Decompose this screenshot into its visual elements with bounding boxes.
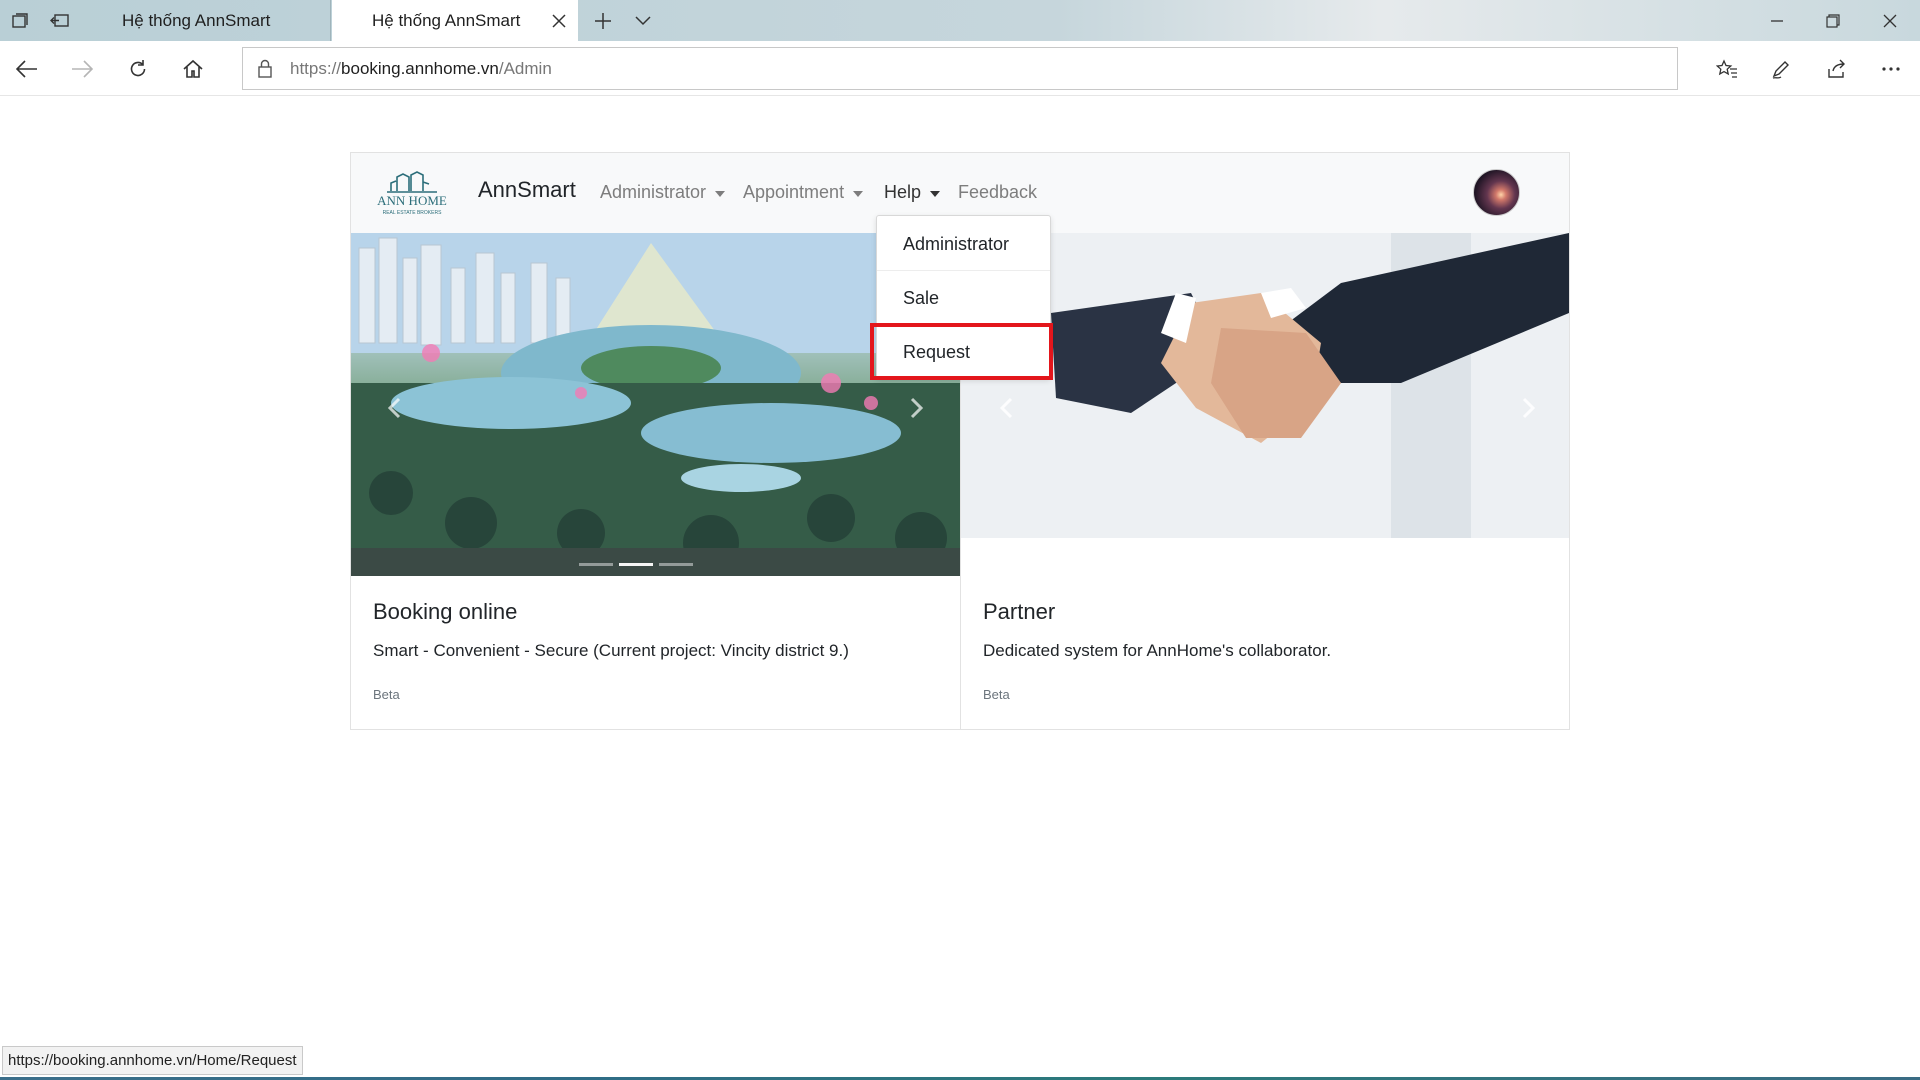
chevron-down-icon[interactable] [630,8,656,34]
set-aside-tabs-icon[interactable] [47,8,73,34]
browser-tab-bar: Hệ thống AnnSmart Hệ thống AnnSmart [0,0,1920,41]
card-partner: Partner Dedicated system for AnnHome's c… [983,599,1543,702]
back-icon[interactable] [10,52,44,86]
dropdown-item-sale[interactable]: Sale [877,273,1050,323]
caret-down-icon [853,190,864,197]
home-icon[interactable] [176,52,210,86]
menu-label: Feedback [958,182,1038,202]
url-path: /Admin [498,59,552,78]
card-title[interactable]: Booking online [373,599,933,625]
menu-help[interactable]: Help [884,182,941,203]
tab-active[interactable]: Hệ thống AnnSmart [332,0,578,41]
carousel-indicators [579,563,693,566]
card-text: Smart - Convenient - Secure (Current pro… [373,641,849,660]
tab-title: Hệ thống AnnSmart [372,10,521,30]
annhome-logo[interactable]: ANN HOME REAL ESTATE BROKERS [367,171,457,217]
caret-down-icon [715,190,726,197]
booking-carousel-image [351,233,960,576]
carousel-indicator[interactable] [579,563,613,566]
logo-subtext: REAL ESTATE BROKERS [383,210,442,216]
logo-text: ANN HOME [377,193,447,208]
forward-icon[interactable] [65,52,99,86]
request-highlight-box [870,323,1053,380]
tab-inactive[interactable]: Hệ thống AnnSmart [80,0,331,41]
carousel-next-icon[interactable] [1516,393,1542,423]
dropdown-divider [877,270,1050,271]
browser-toolbar: https://booking.annhome.vn/Admin [0,41,1920,96]
card-booking: Booking online Smart - Convenient - Secu… [373,599,933,702]
close-window-icon[interactable] [1875,6,1905,36]
brand-name[interactable]: AnnSmart [478,177,576,203]
status-bar-url: https://booking.annhome.vn/Home/Request [2,1046,303,1075]
new-tab-icon[interactable] [590,8,616,34]
card-badge: Beta [373,687,400,702]
menu-label: Administrator [600,182,707,202]
card-title[interactable]: Partner [983,599,1543,625]
url-text: https://booking.annhome.vn/Admin [290,59,552,79]
avatar[interactable] [1473,169,1520,216]
card-badge: Beta [983,687,1010,702]
more-icon[interactable] [1874,52,1908,86]
pen-icon[interactable] [1765,52,1799,86]
menu-label: Help [884,182,922,202]
address-bar[interactable]: https://booking.annhome.vn/Admin [242,47,1678,90]
carousel-prev-icon[interactable] [381,393,407,423]
tab-actions-icon[interactable] [7,8,33,34]
minimize-icon[interactable] [1762,6,1792,36]
favorites-icon[interactable] [1710,52,1744,86]
menu-feedback[interactable]: Feedback [958,182,1037,203]
url-host: booking.annhome.vn [341,59,499,78]
tab-title: Hệ thống AnnSmart [122,10,271,30]
menu-appointment[interactable]: Appointment [743,182,864,203]
menu-label: Appointment [743,182,845,202]
refresh-icon[interactable] [121,52,155,86]
caret-down-icon [930,190,941,197]
menu-administrator[interactable]: Administrator [600,182,726,203]
carousel-indicator[interactable] [619,563,653,566]
lock-icon [257,58,275,78]
share-icon[interactable] [1819,52,1853,86]
card-text: Dedicated system for AnnHome's collabora… [983,641,1332,660]
carousel-indicator[interactable] [659,563,693,566]
restore-icon[interactable] [1818,6,1848,36]
partner-carousel-image [961,233,1569,538]
url-scheme: https:// [290,59,342,78]
close-tab-icon[interactable] [548,10,570,32]
carousel-prev-icon[interactable] [993,393,1019,423]
dropdown-item-administrator[interactable]: Administrator [877,219,1050,269]
carousel-next-icon[interactable] [904,393,930,423]
